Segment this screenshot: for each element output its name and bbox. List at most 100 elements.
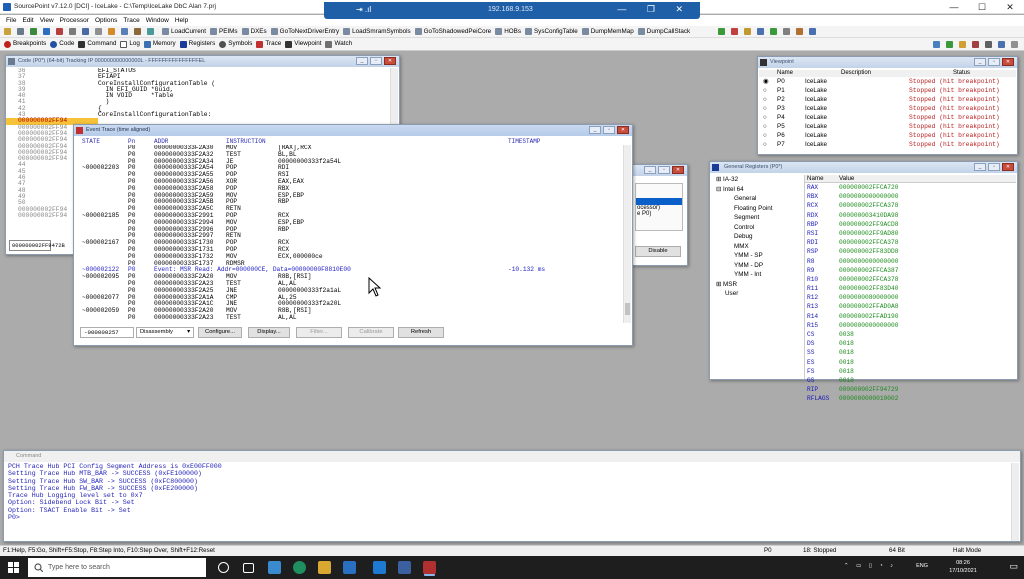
viewpoint-row[interactable]: ○ P2 IceLake Stopped (hit breakpoint) bbox=[759, 95, 1016, 104]
register-value[interactable]: 0000000000010002 bbox=[839, 394, 898, 403]
target-icon[interactable] bbox=[147, 28, 156, 35]
configure-button[interactable]: Configure... bbox=[198, 327, 242, 338]
filter-button[interactable]: Filter... bbox=[296, 327, 342, 338]
col-value[interactable]: Value bbox=[839, 175, 854, 183]
extra-tool-icon[interactable] bbox=[744, 28, 753, 35]
register-group-tree[interactable]: ⊞ IA-32 ⊟ Intel 64 General Floating Point Se… bbox=[712, 175, 804, 375]
col-description[interactable]: Description bbox=[841, 70, 871, 77]
menu-processor[interactable]: Processor bbox=[60, 15, 89, 26]
register-row[interactable]: ES 0018 bbox=[805, 358, 1016, 367]
register-row[interactable]: RSP 000000002FF83DD8 bbox=[805, 247, 1016, 256]
tool-icon[interactable] bbox=[972, 40, 981, 48]
register-value[interactable]: 0018 bbox=[839, 348, 854, 357]
log-view-button[interactable]: Log bbox=[120, 38, 140, 50]
processor-radio[interactable]: ○ bbox=[763, 113, 767, 122]
minimize-icon[interactable]: _ bbox=[589, 126, 601, 134]
dialog-list[interactable]: ocessor) e P0) bbox=[635, 183, 683, 231]
col-name[interactable]: Name bbox=[807, 175, 824, 183]
extra-tool-icon[interactable] bbox=[796, 28, 805, 35]
register-value[interactable]: 0000000000000000 bbox=[839, 192, 898, 201]
register-value[interactable]: 0038 bbox=[839, 330, 854, 339]
register-value[interactable]: 000000003410DA98 bbox=[839, 211, 898, 220]
background-dialog-titlebar[interactable]: _ ▫ ✕ bbox=[633, 165, 687, 176]
code-view-button[interactable]: Code bbox=[50, 38, 74, 50]
step-into-icon[interactable] bbox=[30, 28, 39, 35]
col-addr[interactable]: ADDR bbox=[154, 138, 168, 145]
input-language[interactable]: ENG bbox=[916, 563, 928, 569]
stop-icon[interactable] bbox=[17, 28, 26, 35]
register-group[interactable]: Control bbox=[712, 223, 804, 233]
register-row[interactable]: SS 0018 bbox=[805, 348, 1016, 357]
menu-window[interactable]: Window bbox=[146, 15, 169, 26]
register-row[interactable]: R9 000000002FFCA387 bbox=[805, 266, 1016, 275]
menu-edit[interactable]: Edit bbox=[22, 15, 33, 26]
script-icon[interactable] bbox=[134, 28, 143, 35]
register-value[interactable]: 000000002FF83D40 bbox=[839, 284, 898, 293]
clock-date[interactable]: 17/10/2021 bbox=[938, 568, 988, 574]
register-group[interactable]: ⊞ IA-32 bbox=[712, 175, 804, 185]
viewpoint-row[interactable]: ○ P4 IceLake Stopped (hit breakpoint) bbox=[759, 113, 1016, 122]
register-row[interactable]: GS 0018 bbox=[805, 376, 1016, 385]
save-icon[interactable] bbox=[82, 28, 91, 35]
menu-file[interactable]: File bbox=[6, 15, 16, 26]
windows-start-icon[interactable] bbox=[8, 562, 19, 573]
register-group[interactable]: Floating Point bbox=[712, 204, 804, 214]
register-group[interactable]: Segment bbox=[712, 213, 804, 223]
close-icon[interactable]: ✕ bbox=[1002, 163, 1014, 171]
extra-tool-icon[interactable] bbox=[809, 28, 818, 35]
taskbar-search[interactable]: Type here to search bbox=[28, 558, 206, 577]
viewpoint-row[interactable]: ◉ P0 IceLake Stopped (hit breakpoint) bbox=[759, 77, 1016, 86]
menu-options[interactable]: Options bbox=[95, 15, 117, 26]
event-trace-window[interactable]: Event Trace (time aligned) _ ▫ ✕ STATE Pn … bbox=[73, 124, 633, 346]
register-value[interactable]: 000000002FF9AD80 bbox=[839, 229, 898, 238]
mail-icon[interactable] bbox=[373, 561, 386, 574]
go-icon[interactable] bbox=[4, 28, 13, 35]
viewpoint-row[interactable]: ○ P5 IceLake Stopped (hit breakpoint) bbox=[759, 122, 1016, 131]
step-over-icon[interactable] bbox=[43, 28, 52, 35]
register-row[interactable]: RSI 000000002FF9AD80 bbox=[805, 229, 1016, 238]
memory-view-button[interactable]: Memory bbox=[143, 38, 176, 50]
register-value[interactable]: 0000000080000000 bbox=[839, 293, 898, 302]
processor-radio[interactable]: ○ bbox=[763, 104, 767, 113]
register-row[interactable]: R15 0000000000000000 bbox=[805, 321, 1016, 330]
minimize-button[interactable]: — bbox=[940, 0, 968, 14]
register-value[interactable]: 0018 bbox=[839, 358, 854, 367]
register-value[interactable]: 0000000000000000 bbox=[839, 321, 898, 330]
trace-position-input[interactable]: -000000257 bbox=[80, 327, 134, 338]
macro-hobs[interactable]: HOBs bbox=[495, 26, 521, 38]
register-value[interactable]: 000000002FFAD190 bbox=[839, 312, 898, 321]
col-status[interactable]: Status bbox=[953, 70, 970, 77]
register-row[interactable]: RDX 000000003410DA98 bbox=[805, 211, 1016, 220]
close-icon[interactable]: ✕ bbox=[617, 126, 629, 134]
trace-view-button[interactable]: Trace bbox=[256, 38, 281, 50]
notifications-icon[interactable]: ▭ bbox=[1009, 561, 1018, 572]
viewpoint-row[interactable]: ○ P6 IceLake Stopped (hit breakpoint) bbox=[759, 131, 1016, 140]
register-row[interactable]: R13 000000002FFAD0A8 bbox=[805, 302, 1016, 311]
processor-radio[interactable]: ○ bbox=[763, 122, 767, 131]
viewpoint-view-button[interactable]: Viewpoint bbox=[285, 38, 321, 50]
register-value[interactable]: 0000000000000000 bbox=[839, 257, 898, 266]
trace-scrollbar[interactable] bbox=[623, 145, 631, 323]
register-row[interactable]: R12 0000000080000000 bbox=[805, 293, 1016, 302]
breakpoints-view-button[interactable]: Breakpoints bbox=[4, 38, 46, 50]
restore-icon[interactable]: ▫ bbox=[988, 163, 1000, 171]
viewpoint-window-titlebar[interactable]: Viewpoint _ ▫ ✕ bbox=[758, 57, 1017, 68]
register-group[interactable]: General bbox=[712, 194, 804, 204]
register-group[interactable]: MMX bbox=[712, 242, 804, 252]
code-window-titlebar[interactable]: Code (P0*) (64-bit) Tracking IP 00000000… bbox=[6, 56, 399, 67]
register-row[interactable]: DS 0018 bbox=[805, 339, 1016, 348]
register-row[interactable]: RDI 000000002FFCA378 bbox=[805, 238, 1016, 247]
command-window[interactable]: Command PCH Trace Hub PCI Config Segment… bbox=[3, 450, 1021, 542]
tray-icons[interactable]: ⌃ ▭ ▯ ◔ ♪ bbox=[844, 563, 896, 569]
run-macro-icon[interactable] bbox=[108, 28, 117, 35]
extra-tool-icon[interactable] bbox=[718, 28, 727, 35]
macro-loadcurrent[interactable]: LoadCurrent bbox=[162, 26, 206, 38]
extra-tool-icon[interactable] bbox=[783, 28, 792, 35]
background-dialog[interactable]: _ ▫ ✕ ocessor) e P0) Disable bbox=[632, 164, 688, 266]
register-group[interactable]: User bbox=[712, 289, 804, 299]
tool-icon[interactable] bbox=[985, 40, 994, 48]
register-row[interactable]: RCX 000000002FFCA378 bbox=[805, 201, 1016, 210]
viewpoint-row[interactable]: ○ P1 IceLake Stopped (hit breakpoint) bbox=[759, 86, 1016, 95]
clock-time[interactable]: 08:26 bbox=[938, 560, 988, 566]
register-value[interactable]: 000000002FFCA387 bbox=[839, 266, 898, 275]
